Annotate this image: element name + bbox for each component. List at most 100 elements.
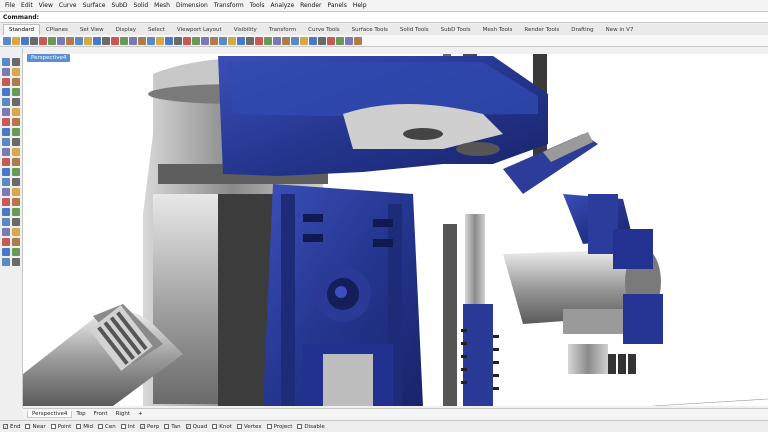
menu-item-mesh[interactable]: Mesh: [151, 0, 173, 11]
select-points-icon[interactable]: [2, 58, 10, 66]
osnap-disable[interactable]: Disable: [297, 424, 325, 430]
boolean-union-icon[interactable]: [2, 148, 10, 156]
move-icon[interactable]: [309, 36, 317, 45]
perspective-viewport[interactable]: [23, 54, 768, 406]
osnap-quad[interactable]: Quad: [185, 424, 207, 430]
boolean-difference-icon[interactable]: [12, 148, 20, 156]
lock-icon[interactable]: [183, 36, 191, 45]
osnap-int[interactable]: Int: [120, 424, 135, 430]
copy-icon[interactable]: [57, 36, 65, 45]
tab-transform[interactable]: Transform: [263, 24, 302, 35]
hatch-icon[interactable]: [2, 238, 10, 246]
mirror-icon[interactable]: [2, 188, 10, 196]
view-tab-front[interactable]: Front: [90, 411, 112, 417]
rectangle-icon[interactable]: [12, 88, 20, 96]
explode-icon[interactable]: [12, 198, 20, 206]
import-icon[interactable]: [39, 36, 47, 45]
osnap-checkbox[interactable]: [50, 424, 56, 429]
osnap-checkbox[interactable]: [120, 424, 126, 429]
zoom-selected-icon[interactable]: [138, 36, 146, 45]
print-icon[interactable]: [30, 36, 38, 45]
join-icon[interactable]: [2, 198, 10, 206]
viewport-title-tab[interactable]: Perspective4: [27, 54, 71, 62]
paste-icon[interactable]: [66, 36, 74, 45]
surface-icon[interactable]: [2, 108, 10, 116]
split-icon[interactable]: [12, 208, 20, 216]
sphere-icon[interactable]: [282, 36, 290, 45]
sphere-icon[interactable]: [12, 128, 20, 136]
leader-icon[interactable]: [12, 228, 20, 236]
cylinder-icon[interactable]: [291, 36, 299, 45]
ungroup-icon[interactable]: [12, 218, 20, 226]
ellipse-icon[interactable]: [2, 88, 10, 96]
open-icon[interactable]: [12, 36, 20, 45]
menu-item-curve[interactable]: Curve: [56, 0, 80, 11]
osnap-checkbox[interactable]: [185, 424, 191, 429]
new-icon[interactable]: [3, 36, 11, 45]
tab-viewport-layout[interactable]: Viewport Layout: [171, 24, 228, 35]
analyze-icon[interactable]: [12, 248, 20, 256]
mesh-icon[interactable]: [12, 238, 20, 246]
curve-icon[interactable]: [219, 36, 227, 45]
point-icon[interactable]: [210, 36, 218, 45]
menu-item-render[interactable]: Render: [297, 0, 324, 11]
tab-visibility[interactable]: Visibility: [228, 24, 263, 35]
loft-icon[interactable]: [12, 108, 20, 116]
osnap-point[interactable]: Point: [50, 424, 71, 430]
tab-new-in-v7[interactable]: New in V7: [600, 24, 640, 35]
surface-icon[interactable]: [264, 36, 272, 45]
menu-item-view[interactable]: View: [36, 0, 56, 11]
tab-surface-tools[interactable]: Surface Tools: [346, 24, 394, 35]
menu-item-surface[interactable]: Surface: [80, 0, 109, 11]
arc-icon[interactable]: [12, 78, 20, 86]
select-icon[interactable]: [156, 36, 164, 45]
view-tab-top[interactable]: Top: [72, 411, 89, 417]
text-icon[interactable]: [12, 98, 20, 106]
box-icon[interactable]: [2, 128, 10, 136]
revolve-icon[interactable]: [12, 118, 20, 126]
osnap-cen[interactable]: Cen: [98, 424, 116, 430]
osnap-checkbox[interactable]: [297, 424, 303, 429]
cylinder-icon[interactable]: [2, 138, 10, 146]
extrude-icon[interactable]: [2, 118, 10, 126]
options-icon[interactable]: [345, 36, 353, 45]
properties-icon[interactable]: [174, 36, 182, 45]
layer-icon[interactable]: [165, 36, 173, 45]
menu-item-tools[interactable]: Tools: [247, 0, 268, 11]
view-tab-perspective4[interactable]: Perspective4: [27, 410, 73, 418]
command-input[interactable]: [39, 12, 768, 22]
circle-icon[interactable]: [2, 78, 10, 86]
tab-drafting[interactable]: Drafting: [565, 24, 599, 35]
tab-subd-tools[interactable]: SubD Tools: [435, 24, 477, 35]
tab-select[interactable]: Select: [142, 24, 171, 35]
group-icon[interactable]: [2, 218, 10, 226]
pan-icon[interactable]: [93, 36, 101, 45]
save-icon[interactable]: [21, 36, 29, 45]
tab-cplanes[interactable]: CPlanes: [40, 24, 74, 35]
material-icon[interactable]: [327, 36, 335, 45]
osnap-checkbox[interactable]: [266, 424, 272, 429]
osnap-vertex[interactable]: Vertex: [236, 424, 262, 430]
zoom-icon[interactable]: [111, 36, 119, 45]
zoom-window-icon[interactable]: [120, 36, 128, 45]
menu-item-dimension[interactable]: Dimension: [173, 0, 211, 11]
tab-mesh-tools[interactable]: Mesh Tools: [477, 24, 519, 35]
rotate-icon[interactable]: [2, 178, 10, 186]
osnap-checkbox[interactable]: [98, 424, 104, 429]
subd-icon[interactable]: [2, 248, 10, 256]
menu-item-panels[interactable]: Panels: [325, 0, 350, 11]
polyline-icon[interactable]: [2, 68, 10, 76]
rotate-view-icon[interactable]: [102, 36, 110, 45]
osnap-near[interactable]: Near: [25, 424, 46, 430]
move-icon[interactable]: [2, 168, 10, 176]
chamfer-icon[interactable]: [12, 158, 20, 166]
osnap-checkbox[interactable]: [140, 424, 145, 429]
osnap-checkbox[interactable]: [212, 424, 218, 429]
box-icon[interactable]: [273, 36, 281, 45]
tab-display[interactable]: Display: [110, 24, 142, 35]
cone-icon[interactable]: [12, 138, 20, 146]
light-icon[interactable]: [336, 36, 344, 45]
view-tab-right[interactable]: Right: [112, 411, 134, 417]
add-view-tab-button[interactable]: +: [134, 411, 147, 417]
zoom-extents-icon[interactable]: [129, 36, 137, 45]
